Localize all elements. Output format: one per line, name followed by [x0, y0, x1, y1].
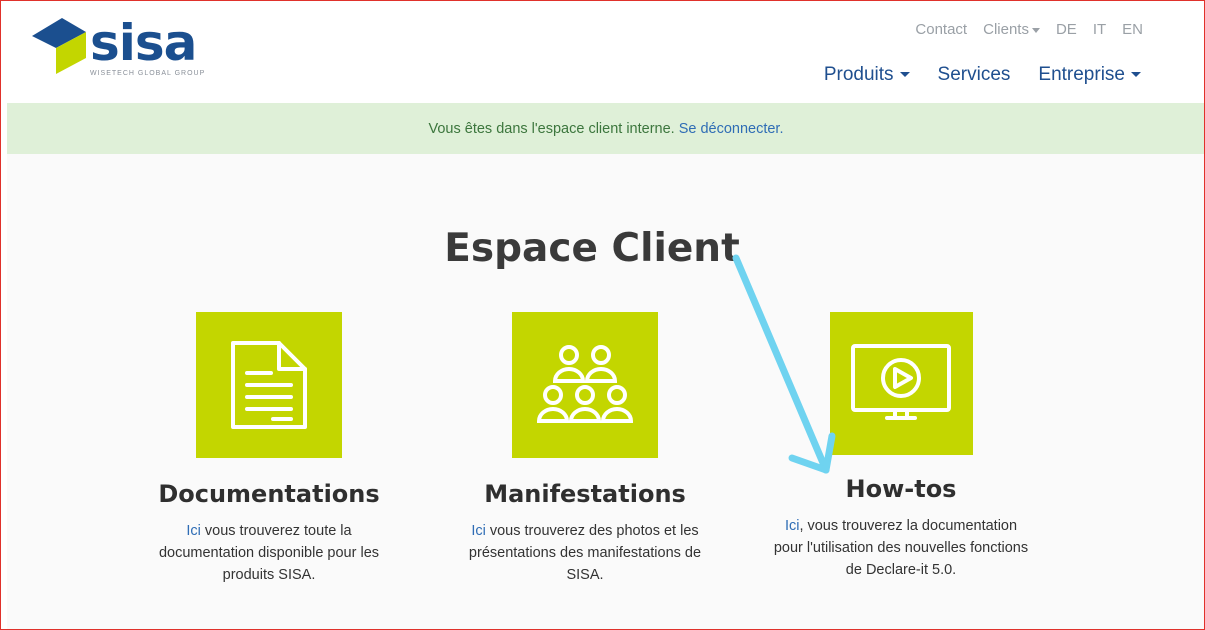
nav-clients-label: Clients	[983, 21, 1029, 38]
card-title: Manifestations	[484, 480, 686, 508]
sisa-logo[interactable]: sisa WISETECH GLOBAL GROUP	[32, 14, 222, 82]
logout-link[interactable]: Se déconnecter.	[679, 121, 784, 137]
card-link[interactable]: Ici	[471, 523, 486, 539]
card-title: How-tos	[845, 475, 957, 503]
card-documentations: Documentations Ici vous trouverez toute …	[139, 312, 399, 586]
main-nav: Produits Services Entreprise	[824, 64, 1141, 86]
logged-in-banner: Vous êtes dans l'espace client interne. …	[7, 103, 1205, 154]
card-text: , vous trouverez la documentation pour l…	[773, 518, 1029, 578]
banner-text: Vous êtes dans l'espace client interne.	[428, 120, 675, 137]
nav-produits[interactable]: Produits	[824, 64, 910, 86]
nav-entreprise-label: Entreprise	[1038, 64, 1125, 85]
chevron-down-icon	[1031, 27, 1040, 33]
card-howtos: How-tos Ici, vous trouverez la documenta…	[771, 312, 1031, 581]
site-header: sisa WISETECH GLOBAL GROUP Contact Clien…	[0, 0, 1205, 103]
lang-it[interactable]: IT	[1093, 21, 1106, 38]
card-link[interactable]: Ici	[785, 518, 800, 534]
document-icon	[231, 341, 307, 429]
nav-clients[interactable]: Clients	[983, 21, 1040, 38]
logo-subtitle: WISETECH GLOBAL GROUP	[90, 70, 206, 77]
page-title: Espace Client	[444, 226, 740, 271]
card-description: Ici vous trouverez toute la documentatio…	[139, 520, 399, 586]
card-text: vous trouverez des photos et les présent…	[468, 523, 702, 583]
group-icon	[536, 345, 634, 423]
documentations-tile[interactable]	[196, 312, 342, 458]
video-screen-icon	[851, 343, 951, 420]
lang-en[interactable]: EN	[1122, 21, 1143, 38]
chevron-down-icon	[899, 72, 910, 78]
card-description: Ici vous trouverez des photos et les pré…	[455, 520, 715, 586]
nav-produits-label: Produits	[823, 64, 894, 85]
card-title: Documentations	[158, 480, 380, 508]
top-nav: Contact Clients DE IT EN	[915, 21, 1143, 38]
howtos-tile[interactable]	[829, 312, 973, 455]
manifestations-tile[interactable]	[512, 312, 658, 458]
nav-services[interactable]: Services	[938, 64, 1011, 86]
chevron-down-icon	[1131, 72, 1141, 78]
nav-entreprise[interactable]: Entreprise	[1038, 64, 1141, 86]
lang-de[interactable]: DE	[1056, 21, 1077, 38]
card-description: Ici, vous trouverez la documentation pou…	[771, 515, 1031, 581]
logo-wordmark: sisa	[90, 14, 197, 72]
nav-contact[interactable]: Contact	[915, 21, 967, 38]
card-link[interactable]: Ici	[186, 523, 201, 539]
card-manifestations: Manifestations Ici vous trouverez des ph…	[455, 312, 715, 586]
main-content: Espace Client Documentations Ici vous tr…	[7, 154, 1205, 630]
logo-mark-icon	[32, 18, 86, 74]
